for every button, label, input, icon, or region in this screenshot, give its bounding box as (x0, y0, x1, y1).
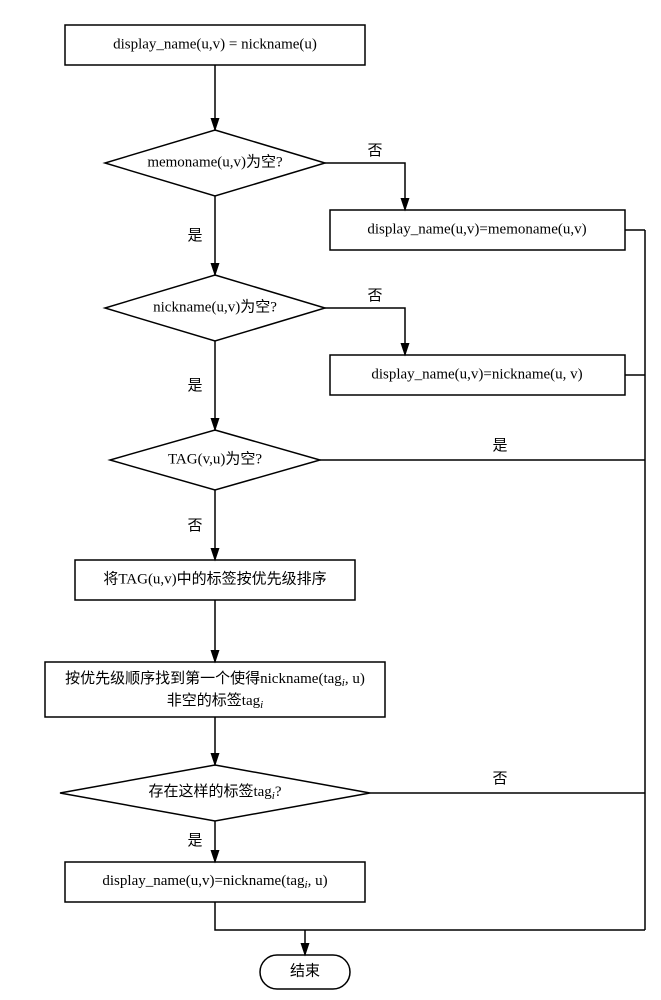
label-d4-no: 否 (492, 771, 507, 787)
label-d3-no: 否 (187, 518, 202, 534)
node-end-text: 结束 (290, 962, 320, 979)
edge-d2-no (325, 308, 405, 355)
label-d3-yes: 是 (492, 438, 507, 454)
node-p4-text2: 非空的标签tagi (167, 692, 263, 710)
edge-p5-join (215, 902, 645, 930)
node-d1-text: memoname(u,v)为空? (147, 153, 283, 170)
node-d2-text: nickname(u,v)为空? (153, 298, 277, 315)
edge-d1-no (325, 163, 405, 210)
node-p4-text: 按优先级顺序找到第一个使得nickname(tagi, u) (65, 669, 365, 688)
node-start-text: display_name(u,v) = nickname(u) (113, 36, 317, 52)
node-p1-text: display_name(u,v)=memoname(u,v) (367, 221, 586, 237)
label-d4-yes: 是 (187, 833, 202, 849)
node-d3-text: TAG(v,u)为空? (168, 450, 262, 467)
label-d1-no: 否 (367, 143, 382, 159)
node-d4-text: 存在这样的标签tagi? (148, 783, 281, 801)
node-p5-text: display_name(u,v)=nickname(tagi, u) (102, 873, 327, 890)
label-d2-no: 否 (367, 288, 382, 304)
label-d2-yes: 是 (187, 378, 202, 394)
node-p3-text: 将TAG(u,v)中的标签按优先级排序 (103, 570, 326, 587)
label-d1-yes: 是 (187, 228, 202, 244)
node-p2-text: display_name(u,v)=nickname(u, v) (371, 366, 582, 382)
